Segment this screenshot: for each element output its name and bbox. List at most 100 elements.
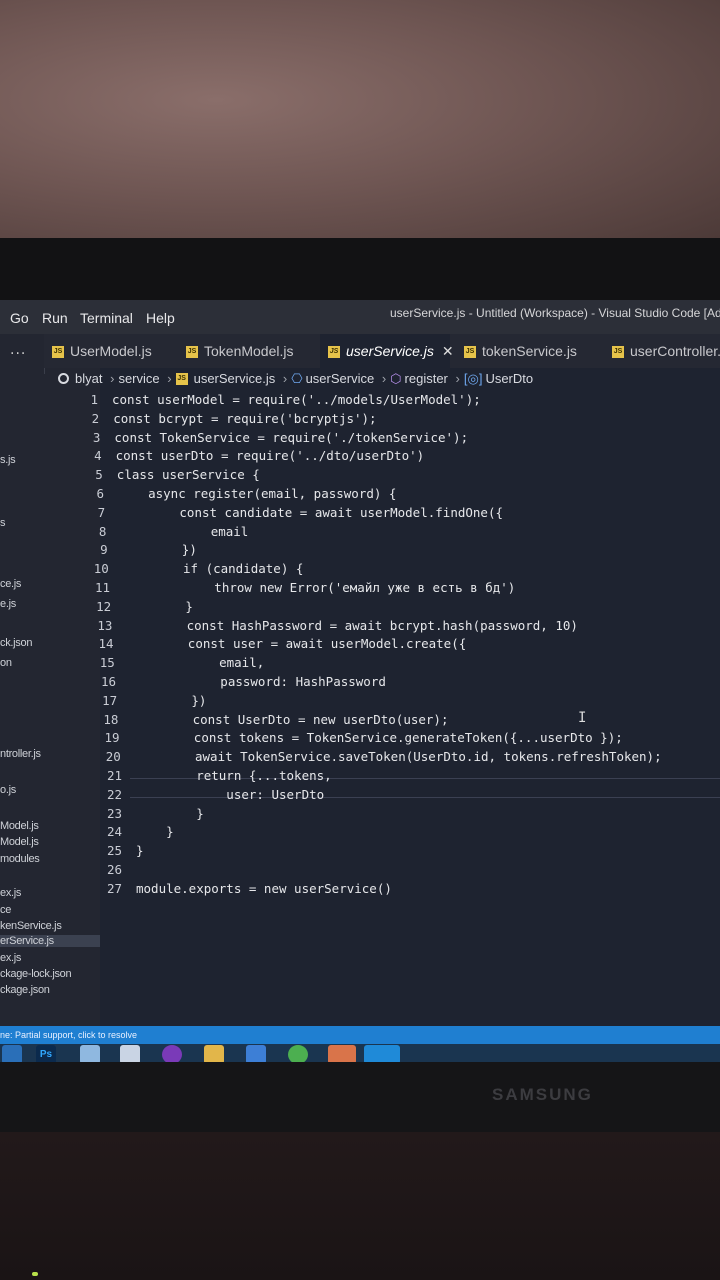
code-editor[interactable]: I 1 const userModel = require('../models/… — [70, 392, 720, 1032]
explorer-item[interactable]: ckage-lock.json — [0, 968, 72, 980]
explorer-item[interactable]: ex.js — [0, 887, 21, 899]
explorer-item[interactable]: modules — [0, 853, 40, 865]
code-line[interactable]: 5 class userService { — [75, 467, 260, 485]
js-file-icon: JS — [186, 346, 198, 359]
code-line[interactable]: 19 const tokens = TokenService.generateT… — [92, 730, 623, 748]
code-line[interactable]: 24 } — [94, 824, 174, 842]
code-text: }) — [131, 692, 207, 708]
code-text: class userService { — [116, 467, 260, 483]
podcast-icon[interactable] — [162, 1045, 182, 1062]
explorer-item[interactable]: s.js — [0, 454, 16, 466]
status-text[interactable]: ne: Partial support, click to resolve — [0, 1030, 137, 1040]
menu-go[interactable]: Go — [10, 310, 29, 326]
code-line[interactable]: 1 const userModel = require('../models/Us… — [70, 392, 481, 410]
explorer-item[interactable]: kenService.js — [0, 920, 62, 932]
explorer-item[interactable]: ck.json — [0, 637, 32, 649]
breadcrumb-item[interactable]: service — [118, 371, 159, 386]
paint-icon[interactable] — [328, 1045, 356, 1062]
tab-tokenservice[interactable]: JS tokenService.js — [464, 334, 577, 368]
code-text: throw new Error('емайл уже в есть в бд') — [124, 580, 516, 595]
explorer-item[interactable]: on — [0, 657, 12, 669]
code-line[interactable]: 6 async register(email, password) { — [76, 486, 396, 504]
explorer-item[interactable]: ckage.json — [0, 984, 50, 996]
explorer-item[interactable]: e.js — [0, 598, 16, 610]
breadcrumb-item[interactable]: register — [405, 371, 448, 386]
breadcrumb-item[interactable]: UserDto — [485, 371, 533, 386]
code-line[interactable]: 4 const userDto = require('../dto/userDto… — [74, 448, 424, 466]
menu-run[interactable]: Run — [42, 310, 68, 326]
code-text: const TokenService = require('./tokenSer… — [114, 429, 469, 445]
code-line[interactable]: 25} — [94, 843, 144, 861]
code-line[interactable]: 7 const candidate = await userModel.find… — [77, 505, 503, 523]
explorer-item[interactable]: s — [0, 517, 6, 529]
code-line[interactable]: 10 if (candidate) { — [81, 561, 304, 579]
line-number: 18 — [103, 711, 119, 727]
monitor-brand: SAMSUNG — [492, 1085, 593, 1104]
menu-terminal[interactable]: Terminal — [80, 310, 133, 326]
explorer-item[interactable]: o.js — [0, 784, 16, 796]
class-icon: ⎔ — [291, 370, 303, 386]
line-number: 6 — [96, 486, 104, 501]
line-number: 21 — [106, 768, 122, 783]
photoshop-icon[interactable]: Ps — [36, 1045, 56, 1062]
js-file-icon: JS — [328, 346, 340, 359]
code-text: email — [120, 523, 249, 539]
tab-usercontroller[interactable]: JSuserController.js — [612, 334, 720, 368]
start-icon[interactable] — [2, 1045, 22, 1062]
tab-usermodel[interactable]: JS UserModel.js — [52, 334, 152, 368]
menu-help[interactable]: Help — [146, 310, 175, 326]
code-line[interactable]: 23 } — [94, 806, 204, 824]
code-line[interactable]: 3 const TokenService = require('./tokenSe… — [72, 430, 468, 448]
breadcrumb-item[interactable]: userService.js — [194, 371, 276, 386]
folder-icon[interactable] — [204, 1045, 224, 1062]
code-line[interactable]: 9 }) — [80, 542, 197, 560]
line-number: 5 — [95, 467, 103, 483]
chevron-right-icon: › — [455, 371, 460, 387]
breadcrumb-item[interactable]: userService — [306, 371, 375, 386]
code-text: const userModel = require('../models/Use… — [112, 392, 481, 407]
code-line[interactable]: 16 password: HashPassword — [88, 674, 386, 692]
code-line[interactable]: 27 module.exports = new userService() — [94, 881, 392, 899]
code-line[interactable]: 8 email — [78, 524, 248, 542]
code-line[interactable]: 26 — [94, 862, 136, 880]
code-line[interactable]: 18 const UserDto = new userDto(user); — [90, 712, 448, 730]
close-icon[interactable]: ✕ — [442, 343, 454, 360]
vscode-icon[interactable] — [364, 1045, 400, 1062]
explorer-item[interactable]: Model.js — [0, 820, 39, 832]
code-line[interactable]: 22 user: UserDto — [94, 787, 324, 805]
variable-icon: [◎] — [463, 370, 483, 386]
tab-tokenmodel[interactable]: JS TokenModel.js — [186, 334, 294, 368]
line-number: 22 — [106, 786, 122, 802]
line-number: 23 — [106, 805, 122, 821]
code-text: async register(email, password) { — [118, 486, 397, 501]
status-bar: ne: Partial support, click to resolve — [0, 1026, 720, 1044]
code-line[interactable]: 17 }) — [89, 693, 206, 711]
explorer-item[interactable]: ex.js — [0, 952, 21, 964]
line-number: 4 — [94, 448, 102, 464]
code-line[interactable]: 2 const bcrypt = require('bcryptjs'); — [71, 411, 377, 429]
tab-userservice[interactable]: JS userService.js ✕ — [320, 334, 454, 368]
browser-icon[interactable] — [246, 1045, 266, 1062]
code-text: const HashPassword = await bcrypt.hash(p… — [126, 617, 578, 633]
chevron-right-icon: › — [110, 371, 115, 387]
media-icon[interactable] — [120, 1045, 140, 1062]
code-line[interactable]: 14 const user = await userModel.create({ — [86, 636, 467, 654]
code-line[interactable]: 21 return {...tokens, — [94, 768, 332, 786]
code-line[interactable]: 12 } — [83, 599, 193, 617]
breadcrumb-item[interactable]: blyat — [75, 371, 102, 386]
explorer-item[interactable]: ntroller.js — [0, 748, 41, 760]
explorer-item[interactable]: Model.js — [0, 836, 39, 848]
chrome-icon[interactable] — [288, 1045, 308, 1062]
line-number: 26 — [106, 862, 122, 877]
more-actions-icon[interactable]: ... — [10, 342, 26, 358]
code-line[interactable]: 11 throw new Error('емайл уже в есть в б… — [82, 580, 515, 598]
code-text: } — [136, 843, 144, 859]
code-text: module.exports = new userService() — [136, 880, 392, 896]
line-number: 20 — [105, 749, 121, 765]
file-icon[interactable] — [80, 1045, 100, 1062]
explorer-item[interactable]: ce — [0, 904, 11, 916]
explorer-item[interactable]: ce.js — [0, 578, 21, 590]
code-line[interactable]: 15 email, — [87, 655, 265, 673]
code-line[interactable]: 13 const HashPassword = await bcrypt.has… — [84, 618, 578, 636]
code-line[interactable]: 20 await TokenService.saveToken(UserDto.… — [93, 749, 662, 767]
